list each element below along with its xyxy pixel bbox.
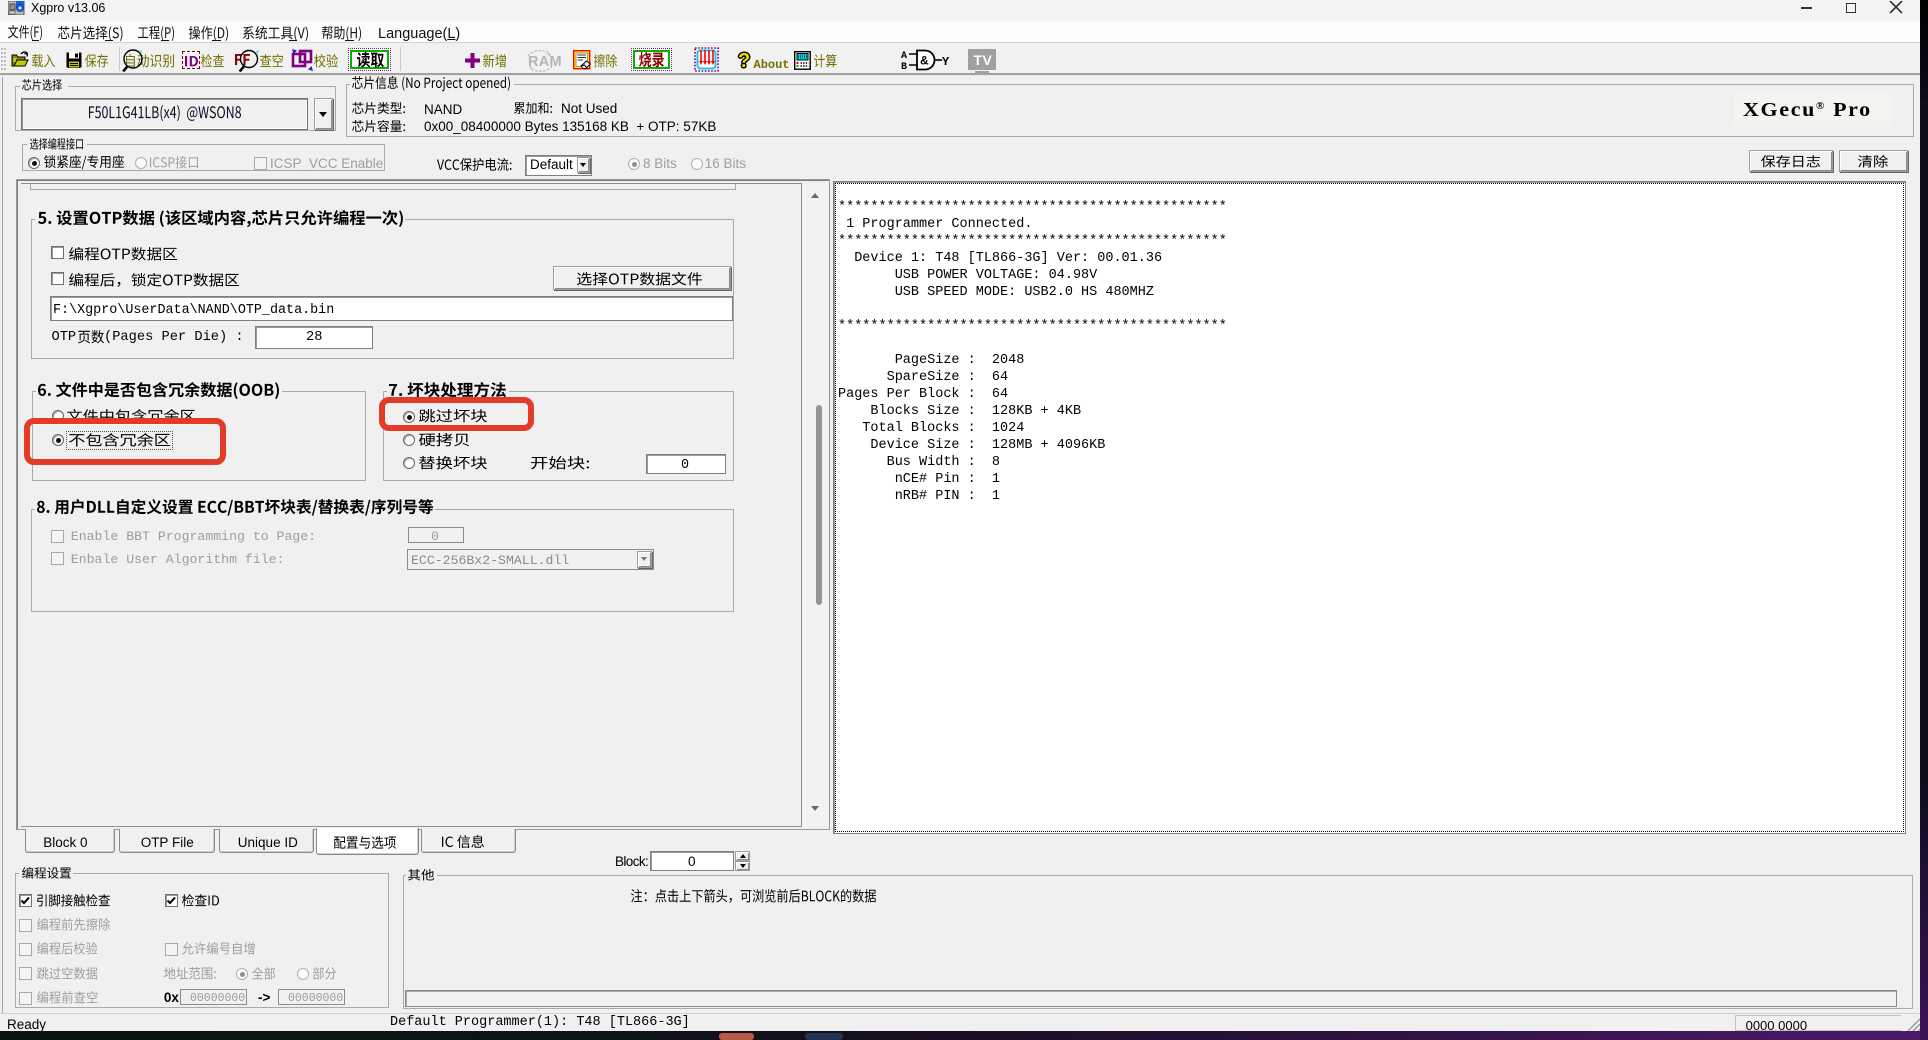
svg-text:Y: Y (942, 55, 950, 69)
svg-text:B: B (901, 62, 907, 72)
svg-text:&: & (920, 54, 929, 68)
svg-text:A: A (901, 51, 907, 62)
